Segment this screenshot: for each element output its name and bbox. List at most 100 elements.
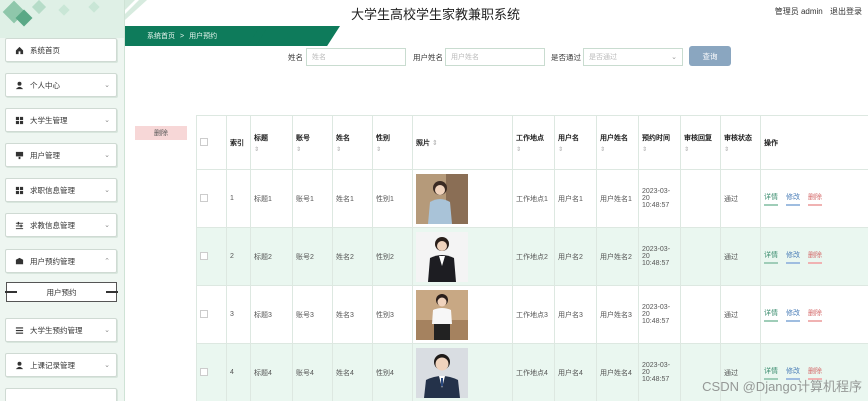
cell-account: 账号4 (292, 343, 333, 401)
cell-index: 4 (226, 343, 251, 401)
table-row: 2 标题2 账号2 姓名2 性别2 工作地点2 用户名2 用户姓名2 2023-… (196, 227, 868, 286)
breadcrumb-current: 用户预约 (189, 33, 218, 40)
cell-gender: 性别4 (372, 343, 413, 401)
sidebar-subitem-label: 用户预约 (46, 287, 77, 297)
cell-gender: 性别1 (372, 169, 413, 228)
column-header[interactable]: 性别 ⇕ (372, 115, 413, 170)
photo-thumbnail[interactable] (416, 173, 468, 224)
cell-photo (412, 285, 513, 344)
search-button[interactable]: 查询 (689, 46, 731, 66)
header-label: 姓名 (336, 134, 350, 142)
sidebar-item-tutor-request-manage[interactable]: 求教信息管理 ⌄ (5, 213, 117, 237)
sort-icon[interactable]: ⇕ (642, 146, 677, 153)
table-header-row: 索引 标题 ⇕ 账号 ⇕ 姓名 ⇕ 性别 ⇕ 照片 ⇕ 工作地点 ⇕ 用户名 ⇕ 用户姓名 ⇕… (196, 115, 868, 170)
row-checkbox[interactable] (200, 251, 208, 260)
detail-button[interactable]: 详情 (764, 192, 778, 206)
sort-icon[interactable]: ⇕ (558, 146, 593, 153)
sidebar-item-student-booking-manage[interactable]: 大学生预约管理 ⌄ (5, 318, 117, 342)
column-header[interactable]: 审核状态 ⇕ (720, 115, 761, 170)
name-input[interactable]: 姓名 (306, 48, 406, 66)
approved-select[interactable]: 是否通过 ⌄ (583, 48, 683, 66)
column-header[interactable]: 审核回复 ⇕ (680, 115, 721, 170)
sort-icon[interactable]: ⇕ (336, 146, 369, 153)
cell-actions: 详情 修改 删除 (760, 227, 868, 286)
select-all-cell[interactable] (196, 115, 227, 170)
row-checkbox[interactable] (200, 193, 208, 202)
cell-user-name: 用户姓名2 (596, 227, 639, 286)
cell-reply (680, 285, 721, 344)
select-all-checkbox[interactable] (200, 137, 208, 146)
row-checkbox[interactable] (200, 309, 208, 318)
sidebar-subitem-user-booking[interactable]: 用户预约 (5, 282, 118, 302)
username-input[interactable]: 用户姓名 (445, 48, 545, 66)
row-select-cell[interactable] (196, 227, 227, 286)
sidebar-item-label: 求职信息管理 (30, 185, 75, 195)
sidebar-item-label: 求教信息管理 (30, 220, 75, 230)
sidebar-item-job-manage[interactable]: 求职信息管理 ⌄ (5, 178, 117, 202)
edit-button[interactable]: 修改 (786, 250, 800, 264)
sort-icon[interactable]: ⇕ (684, 146, 717, 153)
cell-time: 2023-03-20 10:48:57 (638, 227, 681, 286)
row-checkbox[interactable] (200, 367, 208, 376)
sort-icon[interactable]: ⇕ (516, 146, 551, 153)
edit-button[interactable]: 修改 (786, 192, 800, 206)
delete-button[interactable]: 删除 (135, 126, 187, 140)
column-header[interactable]: 照片 ⇕ (412, 115, 513, 170)
row-select-cell[interactable] (196, 169, 227, 228)
column-header[interactable]: 用户姓名 ⇕ (596, 115, 639, 170)
cell-title: 标题1 (250, 169, 293, 228)
photo-thumbnail[interactable] (416, 347, 468, 398)
sidebar-item-profile[interactable]: 个人中心 ⌄ (5, 73, 117, 97)
sidebar-item-more[interactable] (5, 388, 117, 401)
column-header[interactable]: 工作地点 ⇕ (512, 115, 555, 170)
sidebar-item-label: 用户预约管理 (30, 256, 75, 266)
column-header[interactable]: 姓名 ⇕ (332, 115, 373, 170)
sort-icon[interactable]: ⇕ (724, 146, 757, 153)
cell-actions: 详情 修改 删除 (760, 169, 868, 228)
cell-gender: 性别3 (372, 285, 413, 344)
sort-icon[interactable]: ⇕ (600, 146, 635, 153)
sort-icon[interactable]: ⇕ (376, 146, 409, 153)
cell-title: 标题4 (250, 343, 293, 401)
sidebar-item-home[interactable]: 系统首页 (5, 38, 117, 62)
chevron-down-icon: ⌄ (104, 82, 110, 89)
header-label: 操作 (764, 139, 778, 147)
delete-row-button[interactable]: 删除 (808, 250, 822, 264)
column-header: 索引 (226, 115, 251, 170)
column-header[interactable]: 预约时间 ⇕ (638, 115, 681, 170)
row-select-cell[interactable] (196, 285, 227, 344)
sidebar-item-class-record-manage[interactable]: 上课记录管理 ⌄ (5, 353, 117, 377)
header-label: 索引 (230, 139, 244, 147)
sort-icon[interactable]: ⇕ (296, 146, 329, 153)
logout-link[interactable]: 退出登录 (830, 7, 862, 16)
cell-name: 姓名1 (332, 169, 373, 228)
sidebar-item-user-booking-manage[interactable]: 用户预约管理 ⌃ (5, 249, 117, 273)
column-header[interactable]: 标题 ⇕ (250, 115, 293, 170)
row-select-cell[interactable] (196, 343, 227, 401)
detail-button[interactable]: 详情 (764, 250, 778, 264)
sidebar-decoration (0, 0, 124, 38)
sort-icon[interactable]: ⇕ (254, 146, 289, 153)
delete-row-button[interactable]: 删除 (808, 308, 822, 322)
photo-thumbnail[interactable] (416, 289, 468, 340)
cell-photo (412, 169, 513, 228)
home-icon (14, 45, 24, 55)
sidebar-item-student-manage[interactable]: 大学生管理 ⌄ (5, 108, 117, 132)
column-header[interactable]: 账号 ⇕ (292, 115, 333, 170)
sidebar-item-user-manage[interactable]: 用户管理 ⌄ (5, 143, 117, 167)
detail-button[interactable]: 详情 (764, 308, 778, 322)
photo-thumbnail[interactable] (416, 231, 468, 282)
delete-row-button[interactable]: 删除 (808, 192, 822, 206)
header-label: 用户名 (558, 134, 579, 142)
column-header[interactable]: 用户名 ⇕ (554, 115, 597, 170)
user-icon (14, 360, 24, 370)
sort-icon[interactable]: ⇕ (432, 140, 438, 147)
cell-location: 工作地点4 (512, 343, 555, 401)
decoration-bar (5, 291, 17, 293)
breadcrumb-home[interactable]: 系统首页 (147, 31, 175, 41)
cell-title: 标题2 (250, 227, 293, 286)
cell-username: 用户名3 (554, 285, 597, 344)
chevron-down-icon: ⌄ (104, 152, 110, 159)
column-header: 操作 (760, 115, 868, 170)
edit-button[interactable]: 修改 (786, 308, 800, 322)
